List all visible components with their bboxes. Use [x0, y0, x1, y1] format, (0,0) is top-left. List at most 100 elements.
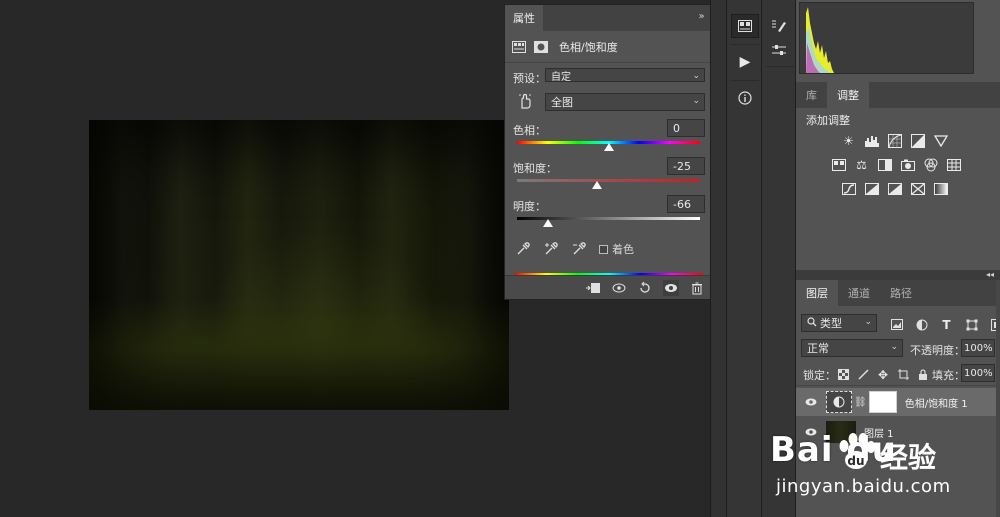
- properties-dock-icon[interactable]: [731, 14, 759, 38]
- photo-filter-icon[interactable]: [899, 156, 916, 173]
- chevron-down-icon: ⌄: [692, 71, 700, 81]
- lock-image-pixels-icon[interactable]: [856, 366, 870, 383]
- mask-icon[interactable]: [533, 39, 549, 55]
- color-balance-icon[interactable]: ⚖: [853, 156, 870, 173]
- play-actions-icon[interactable]: ▶: [731, 50, 759, 74]
- lock-transparent-pixels-icon[interactable]: [836, 366, 850, 383]
- gradient-map-icon[interactable]: [932, 180, 949, 197]
- blend-mode-value: 正常: [807, 342, 829, 355]
- saturation-slider-track[interactable]: [517, 179, 700, 182]
- chevron-down-icon: ⌄: [864, 317, 872, 327]
- preset-value: 自定: [551, 71, 571, 83]
- delete-icon[interactable]: [689, 280, 705, 296]
- lightness-slider-thumb[interactable]: [543, 219, 554, 227]
- colorize-option[interactable]: 着色: [599, 241, 634, 257]
- toggle-visibility-icon[interactable]: [663, 280, 679, 296]
- eyedropper-minus-icon[interactable]: [571, 241, 587, 257]
- eyedropper-icon[interactable]: [515, 241, 531, 257]
- curves-icon[interactable]: [886, 132, 903, 149]
- filter-adjustment-icon[interactable]: [913, 316, 930, 333]
- hue-saturation-icon[interactable]: [830, 156, 847, 173]
- watermark-url: jingyan.baidu.com: [776, 476, 951, 497]
- clip-to-layer-icon[interactable]: [585, 280, 601, 296]
- blend-mode-select[interactable]: 正常 ⌄: [801, 339, 903, 357]
- colorize-label: 着色: [612, 243, 634, 256]
- properties-panel: 属性 » ≡ 色相/饱和度 预设： 自定 ⌄ 全图 ⌄ 色相： 0 饱和度： -…: [504, 4, 724, 300]
- hue-saturation-icon: [833, 396, 845, 408]
- channel-value: 全图: [551, 96, 573, 109]
- brush-settings-icon[interactable]: [765, 38, 793, 62]
- opacity-input[interactable]: 100%: [961, 339, 995, 357]
- tab-channels[interactable]: 通道: [838, 280, 880, 306]
- tab-adjustments[interactable]: 调整: [827, 82, 869, 108]
- layer-filter-value: 类型: [820, 317, 842, 330]
- adjustments-title: 添加调整: [806, 114, 850, 127]
- image-vignette: [89, 120, 509, 410]
- view-previous-state-icon[interactable]: [611, 280, 627, 296]
- color-lookup-icon[interactable]: [945, 156, 962, 173]
- layer-row-hue-saturation[interactable]: ⛓ 色相/饱和度 1: [796, 388, 1000, 416]
- black-white-icon[interactable]: [876, 156, 893, 173]
- brush-presets-icon[interactable]: [765, 14, 793, 38]
- levels-icon[interactable]: [863, 132, 880, 149]
- invert-icon[interactable]: [840, 180, 857, 197]
- channel-mixer-icon[interactable]: [922, 156, 939, 173]
- channel-select[interactable]: 全图 ⌄: [545, 93, 705, 111]
- selective-color-icon[interactable]: [909, 180, 926, 197]
- threshold-icon[interactable]: [886, 180, 903, 197]
- layer-mask-thumbnail[interactable]: [868, 391, 897, 413]
- tab-libraries[interactable]: 库: [796, 82, 827, 108]
- fill-input[interactable]: 100%: [961, 364, 995, 382]
- svg-text:du: du: [847, 454, 864, 468]
- baidu-watermark: Bai du du 经验 jingyan.baidu.com: [770, 430, 1000, 510]
- saturation-label: 饱和度：: [513, 162, 557, 175]
- exposure-icon[interactable]: [909, 132, 926, 149]
- adjustment-layer-icon[interactable]: [511, 39, 527, 55]
- lock-artboard-icon[interactable]: [896, 366, 910, 383]
- hue-input[interactable]: 0: [667, 119, 705, 137]
- panel-collapse-bar[interactable]: ◂◂: [796, 270, 1000, 280]
- visibility-eye-icon[interactable]: [804, 395, 818, 409]
- colorize-checkbox[interactable]: [599, 244, 608, 254]
- vibrance-icon[interactable]: [932, 132, 949, 149]
- tab-paths[interactable]: 路径: [880, 280, 922, 306]
- reset-icon[interactable]: [637, 280, 653, 296]
- tab-properties[interactable]: 属性: [505, 5, 543, 31]
- hue-slider-thumb[interactable]: [603, 143, 614, 151]
- baidu-paw-icon: du: [839, 433, 876, 469]
- adjustment-layer-thumbnail[interactable]: [826, 391, 852, 413]
- panel-gutter: [710, 0, 726, 517]
- chevron-down-icon: ⌄: [890, 342, 898, 352]
- filter-shape-icon[interactable]: [963, 316, 980, 333]
- filter-type-icon[interactable]: T: [938, 316, 955, 333]
- targeted-adjustment-hand-icon[interactable]: [517, 93, 533, 109]
- saturation-input[interactable]: -25: [667, 157, 705, 175]
- lock-all-icon[interactable]: [916, 366, 930, 383]
- histogram-graph: [806, 7, 834, 73]
- eyedropper-plus-icon[interactable]: [543, 241, 559, 257]
- info-icon[interactable]: [731, 86, 759, 110]
- layer-filter-select[interactable]: 类型 ⌄: [801, 314, 877, 332]
- filter-pixel-icon[interactable]: [888, 316, 905, 333]
- document-image-forest[interactable]: [89, 120, 509, 410]
- lightness-input[interactable]: -66: [667, 195, 705, 213]
- adjustments-tabbar: 库 调整: [796, 82, 1000, 108]
- link-icon[interactable]: ⛓: [854, 397, 867, 408]
- saturation-slider-thumb[interactable]: [592, 181, 603, 189]
- adjustment-name: 色相/饱和度: [559, 41, 618, 54]
- posterize-icon[interactable]: [863, 180, 880, 197]
- collapsed-panel-dock: ▶: [726, 0, 762, 517]
- collapse-panel-icon[interactable]: »: [698, 11, 704, 22]
- preset-select[interactable]: 自定 ⌄: [545, 68, 705, 83]
- properties-bottom-bar: [505, 275, 723, 299]
- histogram-panel: [799, 2, 974, 74]
- preset-label: 预设：: [513, 72, 546, 85]
- layer-name[interactable]: 色相/饱和度 1: [905, 395, 968, 410]
- search-icon: [807, 316, 817, 330]
- tab-layers[interactable]: 图层: [796, 280, 838, 306]
- lock-position-icon[interactable]: ✥: [876, 366, 890, 383]
- chevron-down-icon: ⌄: [692, 96, 700, 106]
- hue-label: 色相：: [513, 124, 546, 137]
- brightness-contrast-icon[interactable]: ☀: [840, 132, 857, 149]
- opacity-label: 不透明度：: [910, 344, 965, 357]
